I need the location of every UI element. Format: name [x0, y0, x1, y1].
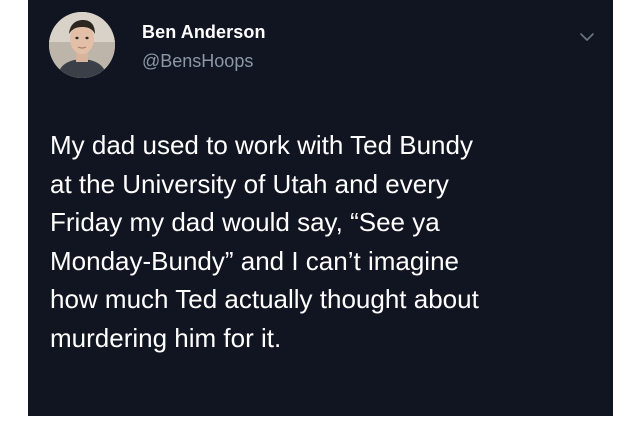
screenshot-page: Ben Anderson @BensHoops My dad used to w…	[0, 0, 640, 435]
tweet-text: My dad used to work with Ted Bundy at th…	[50, 130, 479, 353]
author-handle[interactable]: @BensHoops	[142, 51, 253, 72]
author-display-name[interactable]: Ben Anderson	[142, 22, 266, 43]
avatar-photo-icon	[49, 12, 115, 78]
tweet-card[interactable]: Ben Anderson @BensHoops My dad used to w…	[28, 0, 613, 416]
avatar[interactable]	[49, 12, 115, 78]
chevron-down-icon[interactable]	[579, 30, 595, 42]
